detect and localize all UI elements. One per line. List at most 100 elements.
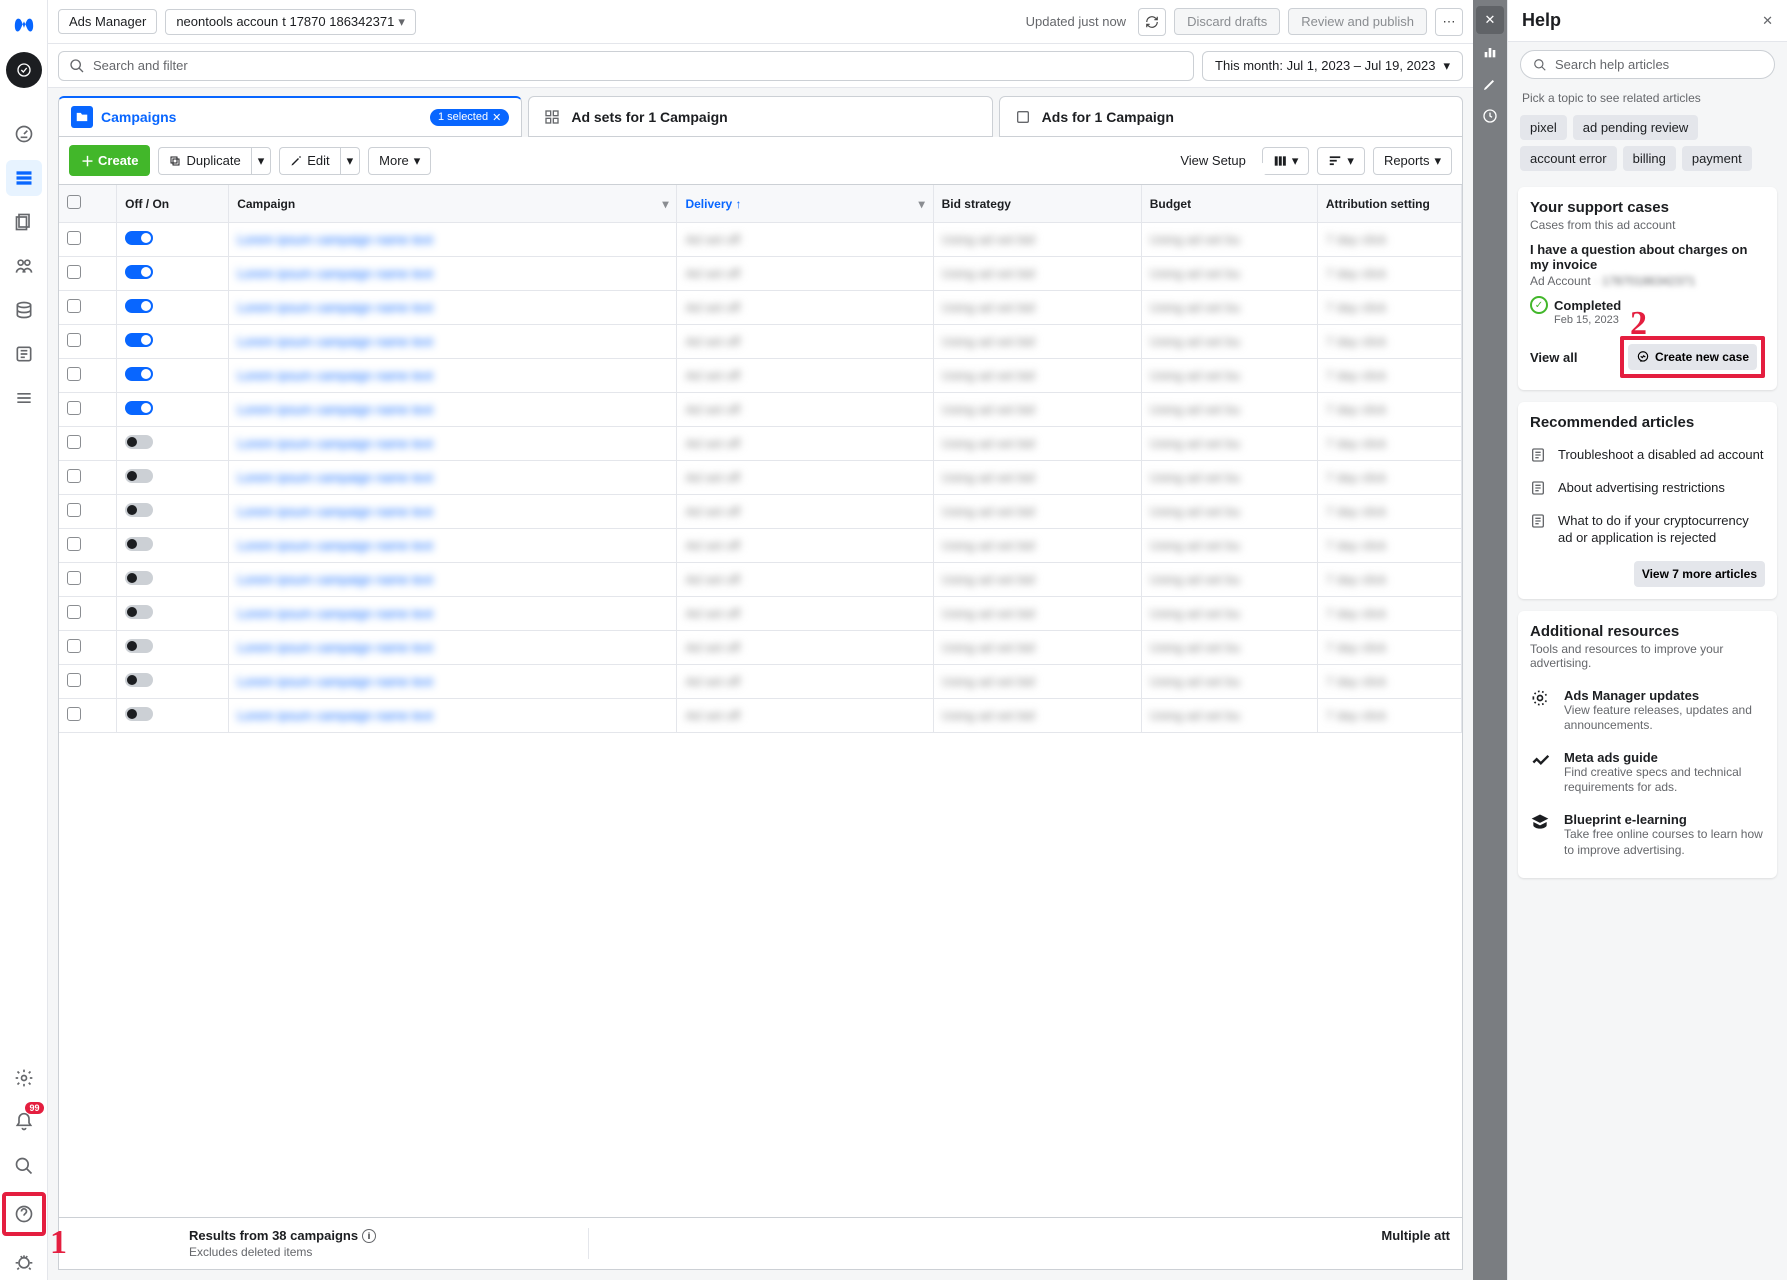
row-checkbox[interactable] xyxy=(67,571,81,585)
campaign-name[interactable]: Lorem ipsum campaign name text xyxy=(237,674,433,689)
topic-chip[interactable]: ad pending review xyxy=(1573,115,1699,140)
table-row[interactable]: Lorem ipsum campaign name text Ad set of… xyxy=(59,291,1462,325)
gear-icon[interactable] xyxy=(6,1060,42,1096)
row-toggle[interactable] xyxy=(125,435,153,449)
close-panel-icon[interactable]: ✕ xyxy=(1476,6,1504,34)
table-row[interactable]: Lorem ipsum campaign name text Ad set of… xyxy=(59,325,1462,359)
select-all-checkbox[interactable] xyxy=(67,195,81,209)
row-toggle[interactable] xyxy=(125,503,153,517)
article-item[interactable]: About advertising restrictions xyxy=(1530,472,1765,505)
row-checkbox[interactable] xyxy=(67,673,81,687)
billing-icon[interactable] xyxy=(6,292,42,328)
more-menu-button[interactable]: ⋯ xyxy=(1435,8,1463,36)
table-row[interactable]: Lorem ipsum campaign name text Ad set of… xyxy=(59,359,1462,393)
row-checkbox[interactable] xyxy=(67,333,81,347)
account-avatar-icon[interactable] xyxy=(6,52,42,88)
col-delivery[interactable]: Delivery ↑▾ xyxy=(677,185,933,223)
topic-chip[interactable]: billing xyxy=(1623,146,1676,171)
copies-icon[interactable] xyxy=(6,204,42,240)
row-toggle[interactable] xyxy=(125,231,153,245)
edit-rail-icon[interactable] xyxy=(1476,70,1504,98)
row-toggle[interactable] xyxy=(125,605,153,619)
table-row[interactable]: Lorem ipsum campaign name text Ad set of… xyxy=(59,495,1462,529)
selected-count-pill[interactable]: 1 selected✕ xyxy=(430,109,509,126)
row-checkbox[interactable] xyxy=(67,639,81,653)
campaign-name[interactable]: Lorem ipsum campaign name text xyxy=(237,300,433,315)
row-toggle[interactable] xyxy=(125,299,153,313)
table-row[interactable]: Lorem ipsum campaign name text Ad set of… xyxy=(59,563,1462,597)
audiences-icon[interactable] xyxy=(6,248,42,284)
row-checkbox[interactable] xyxy=(67,231,81,245)
campaign-name[interactable]: Lorem ipsum campaign name text xyxy=(237,436,433,451)
tab-ads[interactable]: Ads for 1 Campaign xyxy=(999,96,1463,137)
topic-chip[interactable]: payment xyxy=(1682,146,1752,171)
charts-icon[interactable] xyxy=(1476,38,1504,66)
table-row[interactable]: Lorem ipsum campaign name text Ad set of… xyxy=(59,427,1462,461)
col-bid[interactable]: Bid strategy xyxy=(933,185,1141,223)
col-attribution[interactable]: Attribution setting xyxy=(1317,185,1461,223)
duplicate-button[interactable]: Duplicate xyxy=(158,147,250,175)
case-title[interactable]: I have a question about charges on my in… xyxy=(1530,242,1765,272)
row-checkbox[interactable] xyxy=(67,435,81,449)
reports-button[interactable]: Reports ▾ xyxy=(1373,147,1452,175)
row-checkbox[interactable] xyxy=(67,265,81,279)
topic-chip[interactable]: account error xyxy=(1520,146,1617,171)
help-rail-icon[interactable] xyxy=(6,1196,42,1232)
more-button[interactable]: More ▾ xyxy=(368,147,431,175)
bug-icon[interactable] xyxy=(6,1244,42,1280)
campaign-name[interactable]: Lorem ipsum campaign name text xyxy=(237,606,433,621)
discard-drafts-button[interactable]: Discard drafts xyxy=(1174,8,1280,35)
row-toggle[interactable] xyxy=(125,571,153,585)
row-checkbox[interactable] xyxy=(67,707,81,721)
meta-logo-icon[interactable] xyxy=(6,8,42,44)
view-more-articles-button[interactable]: View 7 more articles xyxy=(1634,561,1765,587)
article-item[interactable]: What to do if your cryptocurrency ad or … xyxy=(1530,505,1765,555)
table-icon[interactable] xyxy=(6,160,42,196)
duplicate-dropdown[interactable]: ▾ xyxy=(251,147,272,175)
tab-campaigns[interactable]: Campaigns 1 selected✕ xyxy=(58,96,522,137)
table-row[interactable]: Lorem ipsum campaign name text Ad set of… xyxy=(59,223,1462,257)
gauge-icon[interactable] xyxy=(6,116,42,152)
review-publish-button[interactable]: Review and publish xyxy=(1288,8,1427,35)
col-campaign[interactable]: Campaign ▾ xyxy=(229,185,677,223)
resource-item[interactable]: Ads Manager updatesView feature releases… xyxy=(1530,680,1765,742)
campaign-name[interactable]: Lorem ipsum campaign name text xyxy=(237,266,433,281)
table-row[interactable]: Lorem ipsum campaign name text Ad set of… xyxy=(59,461,1462,495)
clear-selection-icon[interactable]: ✕ xyxy=(492,111,501,124)
table-row[interactable]: Lorem ipsum campaign name text Ad set of… xyxy=(59,631,1462,665)
row-toggle[interactable] xyxy=(125,367,153,381)
row-toggle[interactable] xyxy=(125,401,153,415)
date-range-picker[interactable]: This month: Jul 1, 2023 – Jul 19, 2023▾ xyxy=(1202,51,1463,81)
campaign-name[interactable]: Lorem ipsum campaign name text xyxy=(237,402,433,417)
table-row[interactable]: Lorem ipsum campaign name text Ad set of… xyxy=(59,597,1462,631)
campaign-name[interactable]: Lorem ipsum campaign name text xyxy=(237,504,433,519)
row-checkbox[interactable] xyxy=(67,469,81,483)
campaign-name[interactable]: Lorem ipsum campaign name text xyxy=(237,640,433,655)
resource-item[interactable]: Meta ads guideFind creative specs and te… xyxy=(1530,742,1765,804)
row-checkbox[interactable] xyxy=(67,401,81,415)
table-row[interactable]: Lorem ipsum campaign name text Ad set of… xyxy=(59,529,1462,563)
history-icon[interactable] xyxy=(1476,102,1504,130)
row-checkbox[interactable] xyxy=(67,299,81,313)
menu-icon[interactable] xyxy=(6,380,42,416)
col-budget[interactable]: Budget xyxy=(1141,185,1317,223)
row-checkbox[interactable] xyxy=(67,367,81,381)
search-rail-icon[interactable] xyxy=(6,1148,42,1184)
row-toggle[interactable] xyxy=(125,639,153,653)
row-toggle[interactable] xyxy=(125,673,153,687)
topic-chip[interactable]: pixel xyxy=(1520,115,1567,140)
campaign-name[interactable]: Lorem ipsum campaign name text xyxy=(237,470,433,485)
col-offon[interactable]: Off / On xyxy=(117,185,229,223)
view-all-cases[interactable]: View all xyxy=(1530,350,1577,365)
campaign-name[interactable]: Lorem ipsum campaign name text xyxy=(237,708,433,723)
row-checkbox[interactable] xyxy=(67,503,81,517)
edit-dropdown[interactable]: ▾ xyxy=(340,147,361,175)
campaign-name[interactable]: Lorem ipsum campaign name text xyxy=(237,368,433,383)
row-toggle[interactable] xyxy=(125,469,153,483)
row-checkbox[interactable] xyxy=(67,537,81,551)
refresh-button[interactable] xyxy=(1138,8,1166,36)
help-search-input[interactable]: Search help articles xyxy=(1520,50,1775,79)
row-toggle[interactable] xyxy=(125,537,153,551)
tab-adsets[interactable]: Ad sets for 1 Campaign xyxy=(528,96,992,137)
row-toggle[interactable] xyxy=(125,707,153,721)
